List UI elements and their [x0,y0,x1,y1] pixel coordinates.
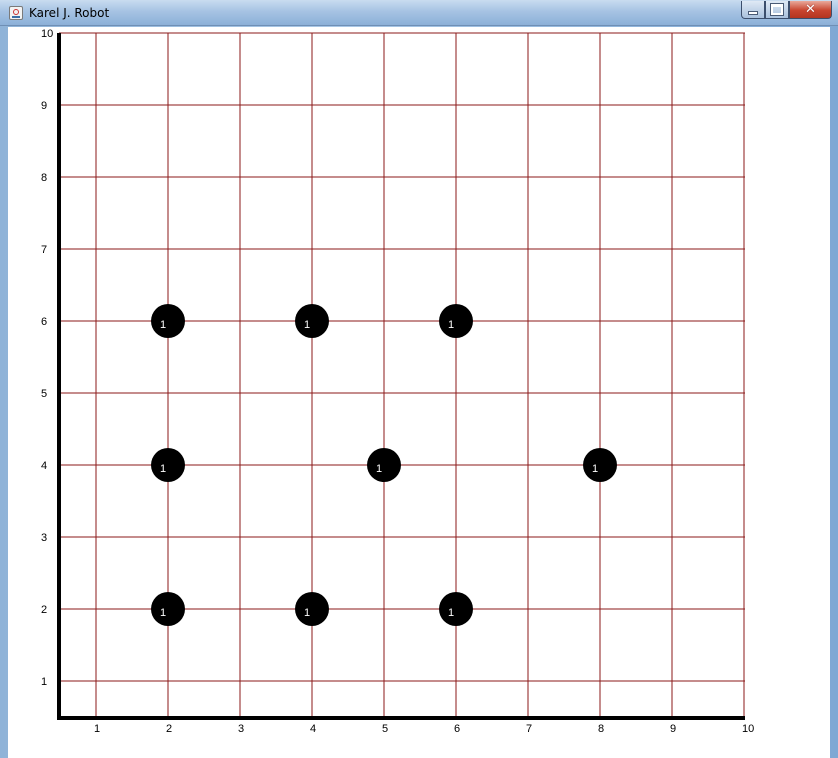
y-axis-label: 8 [41,172,47,184]
y-axis-label: 2 [41,604,47,616]
y-axis-label: 9 [41,100,47,112]
beeper[interactable] [439,592,473,626]
maximize-button[interactable] [765,1,789,19]
x-axis-label: 3 [238,723,244,735]
maximize-icon [770,3,784,16]
x-axis-label: 5 [382,723,388,735]
beeper-count: 1 [448,607,454,619]
x-axis-label: 2 [166,723,172,735]
beeper[interactable] [151,592,185,626]
beeper[interactable] [151,448,185,482]
y-axis-label: 10 [41,28,53,40]
beeper[interactable] [583,448,617,482]
window-title: Karel J. Robot [29,6,110,20]
beeper-count: 1 [160,607,166,619]
beeper-count: 1 [304,607,310,619]
y-axis-label: 1 [41,676,47,688]
beeper[interactable] [295,304,329,338]
x-axis-label: 10 [742,723,754,735]
beeper-count: 1 [448,319,454,331]
close-icon: ✕ [805,2,816,17]
y-axis-label: 5 [41,388,47,400]
karel-world-canvas: 1 2 3 4 5 6 7 8 9 10123456789101 1 11 1 11 1 1 [41,28,754,735]
x-axis-label: 1 [94,723,100,735]
beeper[interactable] [151,304,185,338]
y-axis-label: 3 [41,532,47,544]
x-axis-label: 8 [598,723,604,735]
y-axis-label: 6 [41,316,47,328]
world-panel: 1 2 3 4 5 6 7 8 9 10 1 2 3 4 5 6 7 8 9 10 1 1 1 1 1 1 1 1 1 [8,27,830,758]
app-window: Karel J. Robot ✕ 1 2 3 4 5 6 7 8 9 10 1 2 3 4 5 6 7 8 9 10 1… [0,0,838,758]
x-axis-label: 4 [310,723,316,735]
title-bar[interactable]: Karel J. Robot ✕ [0,0,838,26]
x-axis-label: 7 [526,723,532,735]
minimize-icon [748,10,758,15]
minimize-button[interactable] [741,1,765,19]
close-button[interactable]: ✕ [789,1,832,19]
beeper[interactable] [295,592,329,626]
beeper-count: 1 [304,319,310,331]
x-axis-label: 6 [454,723,460,735]
beeper-count: 1 [160,463,166,475]
beeper-count: 1 [592,463,598,475]
y-axis-label: 4 [41,460,47,472]
beeper-count: 1 [160,319,166,331]
java-app-icon[interactable] [9,6,23,20]
y-axis-label: 7 [41,244,47,256]
beeper[interactable] [367,448,401,482]
x-axis-label: 9 [670,723,676,735]
beeper-count: 1 [376,463,382,475]
beeper[interactable] [439,304,473,338]
